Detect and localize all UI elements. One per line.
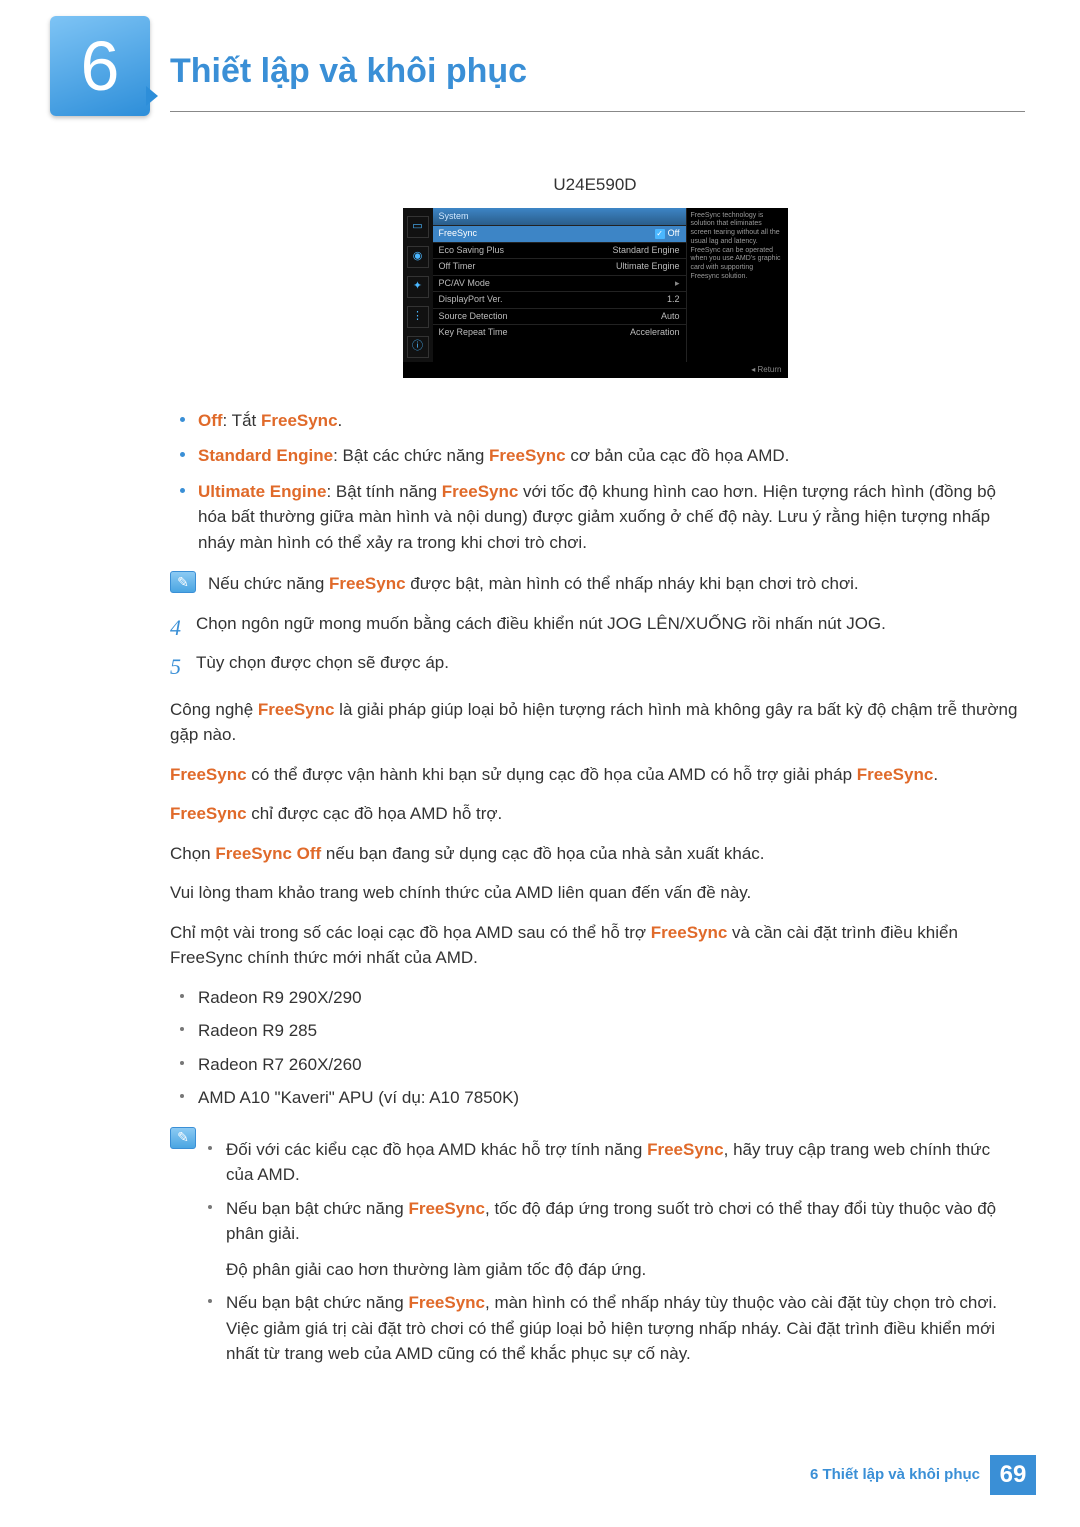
paragraph: Vui lòng tham khảo trang web chính thức … [170, 880, 1020, 906]
freesync-term: FreeSync [651, 923, 728, 942]
note-icon: ✎ [170, 1127, 196, 1149]
list-item: Off: Tắt FreeSync. [180, 408, 1020, 434]
chapter-number-badge: 6 [50, 16, 150, 116]
osd-icon: ⓘ [407, 336, 429, 358]
osd-row-value: Acceleration [630, 326, 680, 340]
osd-row-value: Ultimate Engine [616, 260, 680, 274]
check-icon: ✓ [655, 229, 665, 239]
page-content: U24E590D ▭ ◉ ✦ ⋮ ⓘ System FreeSync ✓Off … [0, 172, 1080, 1383]
gpu-list: Radeon R9 290X/290 Radeon R9 285 Radeon … [180, 985, 1020, 1111]
paragraph: Chỉ một vài trong số các loại cạc đồ họa… [170, 920, 1020, 971]
footer-chapter-label: 6 Thiết lập và khôi phục [810, 1464, 980, 1487]
osd-row-label: FreeSync [439, 227, 655, 241]
osd-row: DisplayPort Ver. 1.2 [433, 291, 686, 308]
step-4: 4 Chọn ngôn ngữ mong muốn bằng cách điều… [170, 611, 1020, 644]
list-item: Nếu bạn bật chức năng FreeSync, tốc độ đ… [208, 1196, 1020, 1283]
osd-row-value: 1.2 [667, 293, 680, 307]
list-item: Ultimate Engine: Bật tính năng FreeSync … [180, 479, 1020, 556]
step-text: Tùy chọn được chọn sẽ được áp. [196, 650, 449, 683]
option-key: Standard Engine [198, 446, 333, 465]
note-subtext: Độ phân giải cao hơn thường làm giảm tốc… [226, 1257, 1020, 1283]
osd-category: System [433, 208, 686, 226]
list-item: Standard Engine: Bật các chức năng FreeS… [180, 443, 1020, 469]
list-item: AMD A10 "Kaveri" APU (ví dụ: A10 7850K) [180, 1085, 1020, 1111]
freesync-term: FreeSync [442, 482, 519, 501]
osd-icon: ▭ [407, 216, 429, 238]
paragraph: FreeSync chỉ được cạc đồ họa AMD hỗ trợ. [170, 801, 1020, 827]
note-text: Nếu chức năng FreeSync được bật, màn hìn… [208, 571, 1020, 597]
note-box: ✎ Nếu chức năng FreeSync được bật, màn h… [170, 571, 1020, 597]
osd-row-value: Auto [661, 310, 680, 324]
list-item: Nếu bạn bật chức năng FreeSync, màn hình… [208, 1290, 1020, 1367]
list-item: Radeon R9 290X/290 [180, 985, 1020, 1011]
step-text: Chọn ngôn ngữ mong muốn bằng cách điều k… [196, 611, 886, 644]
osd-row-label: Key Repeat Time [439, 326, 630, 340]
paragraph: Công nghệ FreeSync là giải pháp giúp loạ… [170, 697, 1020, 748]
page-header: 6 Thiết lập và khôi phục [0, 0, 1080, 112]
osd-footer: ◂ Return [403, 362, 788, 378]
freesync-options-list: Off: Tắt FreeSync. Standard Engine: Bật … [180, 408, 1020, 556]
note-icon: ✎ [170, 571, 196, 593]
osd-row: Source Detection Auto [433, 308, 686, 325]
option-key: Ultimate Engine [198, 482, 326, 501]
freesync-term: FreeSync [408, 1293, 485, 1312]
list-item: Đối với các kiểu cạc đồ họa AMD khác hỗ … [208, 1137, 1020, 1188]
osd-row: Off Timer Ultimate Engine [433, 258, 686, 275]
freesync-term: FreeSync [258, 700, 335, 719]
osd-icon-column: ▭ ◉ ✦ ⋮ ⓘ [403, 208, 433, 362]
freesync-term: FreeSync [170, 765, 247, 784]
osd-screenshot: ▭ ◉ ✦ ⋮ ⓘ System FreeSync ✓Off Eco Savin… [403, 208, 788, 378]
freesync-off-term: FreeSync Off [215, 844, 321, 863]
freesync-term: FreeSync [170, 804, 247, 823]
osd-info-panel: FreeSync technology is solution that eli… [686, 208, 788, 362]
freesync-term: FreeSync [329, 574, 406, 593]
freesync-term: FreeSync [489, 446, 566, 465]
osd-row: Key Repeat Time Acceleration [433, 324, 686, 341]
osd-row-label: Source Detection [439, 310, 661, 324]
step-number: 5 [170, 650, 196, 683]
note-box: ✎ Đối với các kiểu cạc đồ họa AMD khác h… [170, 1127, 1020, 1383]
step-number: 4 [170, 611, 196, 644]
freesync-term: FreeSync [857, 765, 934, 784]
option-key: Off [198, 411, 223, 430]
paragraph: FreeSync có thể được vận hành khi bạn sử… [170, 762, 1020, 788]
paragraph: Chọn FreeSync Off nếu bạn đang sử dụng c… [170, 841, 1020, 867]
osd-row-label: Eco Saving Plus [439, 244, 613, 258]
osd-row: PC/AV Mode ▸ [433, 275, 686, 292]
osd-row-value: Off [668, 228, 680, 238]
osd-icon: ✦ [407, 276, 429, 298]
osd-icon: ◉ [407, 246, 429, 268]
osd-row-label: PC/AV Mode [439, 277, 675, 291]
note-text: Đối với các kiểu cạc đồ họa AMD khác hỗ … [208, 1127, 1020, 1383]
osd-return-label: Return [757, 365, 781, 374]
step-5: 5 Tùy chọn được chọn sẽ được áp. [170, 650, 1020, 683]
osd-row-value: ▸ [675, 277, 680, 291]
freesync-term: FreeSync [261, 411, 338, 430]
page-footer: 6 Thiết lập và khôi phục 69 [810, 1455, 1036, 1495]
list-item: Radeon R9 285 [180, 1018, 1020, 1044]
model-label: U24E590D [170, 172, 1020, 198]
osd-row-value: Standard Engine [612, 244, 679, 258]
freesync-term: FreeSync [647, 1140, 724, 1159]
list-item: Radeon R7 260X/260 [180, 1052, 1020, 1078]
osd-row-label: Off Timer [439, 260, 616, 274]
freesync-term: FreeSync [408, 1199, 485, 1218]
page-number: 69 [990, 1455, 1036, 1495]
osd-row-label: DisplayPort Ver. [439, 293, 667, 307]
osd-icon: ⋮ [407, 306, 429, 328]
chapter-title: Thiết lập và khôi phục [170, 20, 1025, 112]
osd-row: Eco Saving Plus Standard Engine [433, 242, 686, 259]
osd-row: FreeSync ✓Off [433, 225, 686, 242]
